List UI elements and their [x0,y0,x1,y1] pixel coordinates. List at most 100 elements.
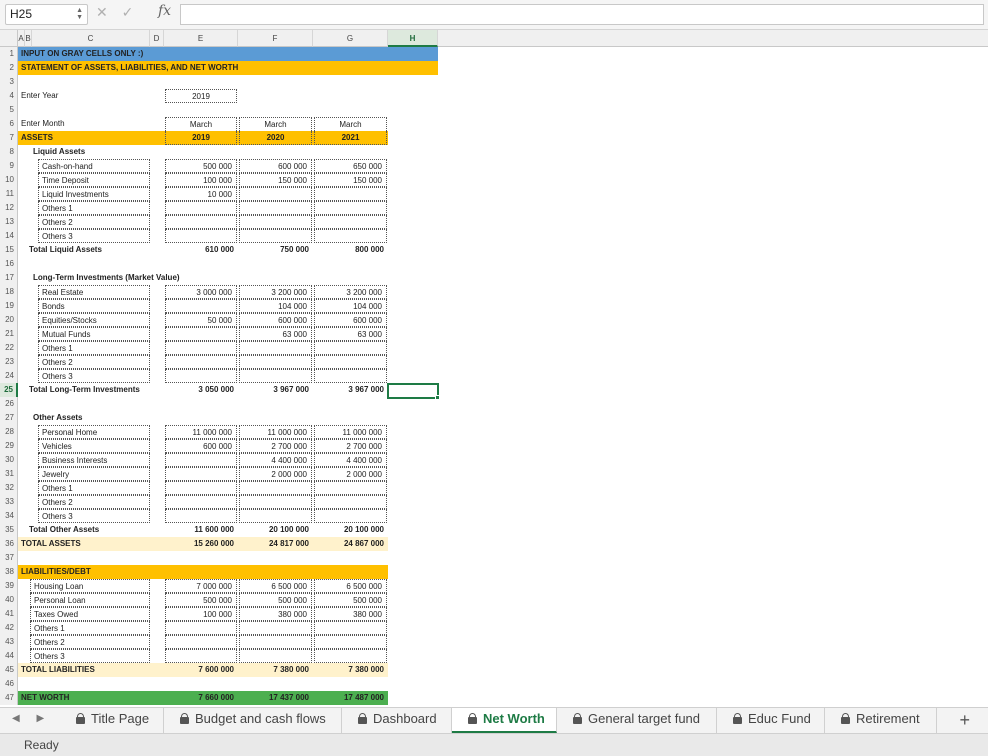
cell-f24[interactable] [239,369,312,383]
row-header-19[interactable]: 19 [0,299,18,313]
cell-e20[interactable]: 50 000 [165,313,237,327]
cell-e31[interactable] [165,467,237,481]
cell-g43[interactable] [314,635,387,649]
row-header-44[interactable]: 44 [0,649,18,663]
cell-g9[interactable]: 650 000 [314,159,387,173]
cell-g19[interactable]: 104 000 [314,299,387,313]
row-header-34[interactable]: 34 [0,509,18,523]
input-label-9[interactable]: Cash-on-hand [38,159,150,173]
input-label-19[interactable]: Bonds [38,299,150,313]
year-input[interactable]: 2019 [165,89,237,103]
row-header-28[interactable]: 28 [0,425,18,439]
active-cell-outline[interactable] [387,383,439,399]
cell-e11[interactable]: 10 000 [165,187,237,201]
row-header-20[interactable]: 20 [0,313,18,327]
row-header-15[interactable]: 15 [0,243,18,257]
cell-g32[interactable] [314,481,387,495]
input-label-13[interactable]: Others 2 [38,215,150,229]
column-header-h[interactable]: H [388,30,438,47]
month-input-g[interactable]: March [314,117,387,131]
row-header-27[interactable]: 27 [0,411,18,425]
row-header-33[interactable]: 33 [0,495,18,509]
row-header-36[interactable]: 36 [0,537,18,551]
cell-e39[interactable]: 7 000 000 [165,579,237,593]
row-header-29[interactable]: 29 [0,439,18,453]
row-header-7[interactable]: 7 [0,131,18,145]
cell-f34[interactable] [239,509,312,523]
tab-scroll-right-icon[interactable]: ▶ [36,713,44,724]
input-label-21[interactable]: Mutual Funds [38,327,150,341]
input-label-43[interactable]: Others 2 [30,635,150,649]
row-header-5[interactable]: 5 [0,103,18,117]
column-header-b[interactable]: B [25,30,32,47]
cell-e24[interactable] [165,369,237,383]
cell-g44[interactable] [314,649,387,663]
input-label-34[interactable]: Others 3 [38,509,150,523]
cell-g22[interactable] [314,341,387,355]
cell-g21[interactable]: 63 000 [314,327,387,341]
row-header-24[interactable]: 24 [0,369,18,383]
row-header-21[interactable]: 21 [0,327,18,341]
row-header-11[interactable]: 11 [0,187,18,201]
row-header-25[interactable]: 25 [0,383,18,397]
tab-retirement[interactable]: Retirement [825,708,937,733]
function-icon[interactable]: fx [158,3,171,19]
cell-e21[interactable] [165,327,237,341]
row-header-10[interactable]: 10 [0,173,18,187]
row-header-8[interactable]: 8 [0,145,18,159]
cell-e19[interactable] [165,299,237,313]
fill-handle[interactable] [435,395,440,400]
month-input-e[interactable]: March [165,117,237,131]
cell-f20[interactable]: 600 000 [239,313,312,327]
cell-g40[interactable]: 500 000 [314,593,387,607]
tab-budget-and-cash-flows[interactable]: Budget and cash flows [164,708,342,733]
cell-e13[interactable] [165,215,237,229]
name-box-spinner-icon[interactable]: ▲ ▼ [76,7,83,21]
cell-f41[interactable]: 380 000 [239,607,312,621]
cell-f42[interactable] [239,621,312,635]
cell-f44[interactable] [239,649,312,663]
input-label-22[interactable]: Others 1 [38,341,150,355]
input-label-28[interactable]: Personal Home [38,425,150,439]
formula-input[interactable] [180,4,984,25]
row-header-3[interactable]: 3 [0,75,18,89]
cell-f43[interactable] [239,635,312,649]
row-header-35[interactable]: 35 [0,523,18,537]
cell-e18[interactable]: 3 000 000 [165,285,237,299]
cell-f31[interactable]: 2 000 000 [239,467,312,481]
cell-g29[interactable]: 2 700 000 [314,439,387,453]
cell-g41[interactable]: 380 000 [314,607,387,621]
column-header-e[interactable]: E [164,30,238,47]
input-label-44[interactable]: Others 3 [30,649,150,663]
cell-g18[interactable]: 3 200 000 [314,285,387,299]
cell-g34[interactable] [314,509,387,523]
row-header-32[interactable]: 32 [0,481,18,495]
cancel-icon[interactable]: ✕ [96,4,108,20]
input-label-33[interactable]: Others 2 [38,495,150,509]
row-header-6[interactable]: 6 [0,117,18,131]
row-header-47[interactable]: 47 [0,691,18,705]
cell-f22[interactable] [239,341,312,355]
cell-f21[interactable]: 63 000 [239,327,312,341]
row-header-39[interactable]: 39 [0,579,18,593]
cell-e44[interactable] [165,649,237,663]
cell-f29[interactable]: 2 700 000 [239,439,312,453]
column-header-c[interactable]: C [32,30,150,47]
cell-f23[interactable] [239,355,312,369]
input-label-18[interactable]: Real Estate [38,285,150,299]
cell-f19[interactable]: 104 000 [239,299,312,313]
cell-f33[interactable] [239,495,312,509]
cell-f13[interactable] [239,215,312,229]
cell-e42[interactable] [165,621,237,635]
cell-f32[interactable] [239,481,312,495]
row-header-46[interactable]: 46 [0,677,18,691]
input-label-20[interactable]: Equities/Stocks [38,313,150,327]
cell-e41[interactable]: 100 000 [165,607,237,621]
cell-g12[interactable] [314,201,387,215]
row-header-12[interactable]: 12 [0,201,18,215]
tab-scroll-left-icon[interactable]: ◀ [12,713,20,724]
row-header-45[interactable]: 45 [0,663,18,677]
cell-f40[interactable]: 500 000 [239,593,312,607]
column-header-g[interactable]: G [313,30,388,47]
row-header-14[interactable]: 14 [0,229,18,243]
